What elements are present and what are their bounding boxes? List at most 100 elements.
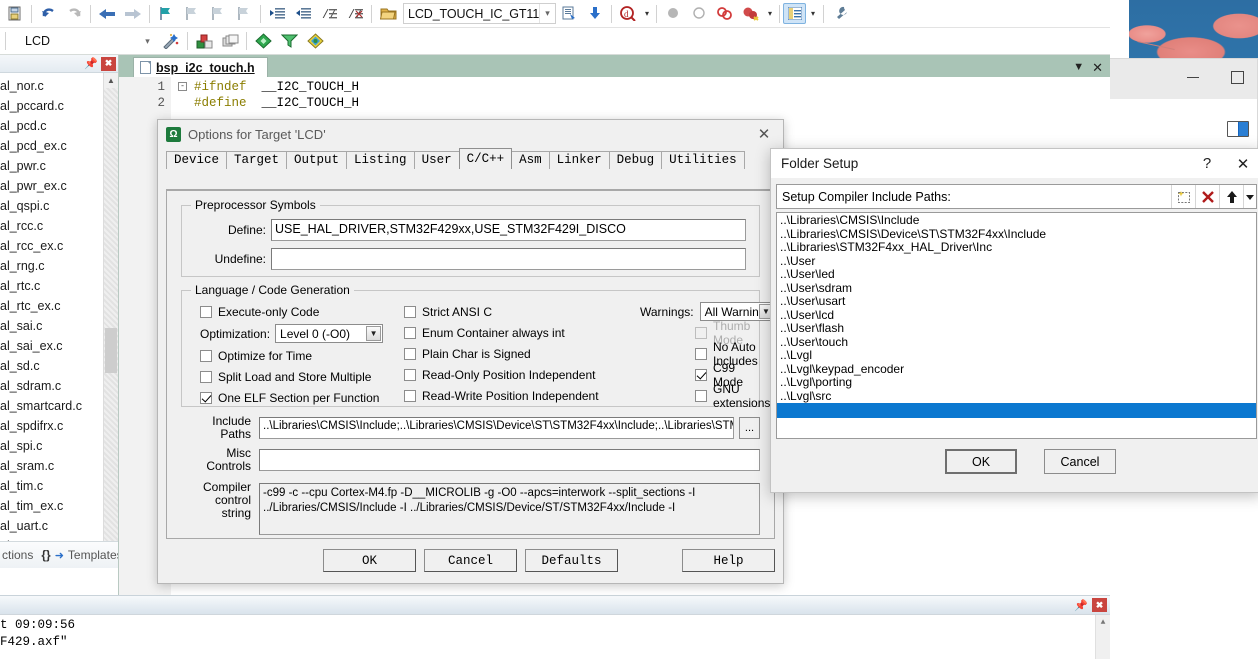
list-item[interactable]: al_spi.c (0, 436, 118, 456)
minimize-icon[interactable] (1187, 77, 1199, 78)
code-line[interactable]: 2 #define __I2C_TOUCH_H (119, 95, 1110, 111)
list-item[interactable]: ..\Libraries\CMSIS\Device\ST\STM32F4xx\I… (777, 227, 1256, 242)
list-item[interactable]: ..\Lvgl\keypad_encoder (777, 362, 1256, 377)
tab-user[interactable]: User (413, 151, 460, 169)
breakpoint-insert-icon[interactable] (660, 2, 686, 26)
build-output-body[interactable]: t 09:09:56 F429.axf" ▲ (0, 615, 1110, 659)
delete-path-icon[interactable] (1195, 185, 1219, 208)
open-project-icon[interactable] (375, 2, 401, 26)
outdent-icon[interactable] (290, 2, 316, 26)
list-item[interactable]: al_uart.c (0, 516, 118, 536)
checkbox-strict-ansi-c[interactable]: Strict ANSI C (404, 301, 634, 322)
target-selector[interactable]: LCD ▾ (15, 30, 158, 52)
misc-controls-input[interactable] (259, 449, 760, 471)
ok-button[interactable]: OK (945, 449, 1017, 474)
comment-icon[interactable]: // (316, 2, 342, 26)
help-icon[interactable]: ? (1189, 150, 1225, 178)
checkbox-plain-char-signed[interactable]: Plain Char is Signed (404, 343, 634, 364)
save-all-icon[interactable] (2, 2, 28, 26)
pin-icon[interactable]: 📌 (84, 57, 98, 70)
list-item[interactable]: al_tim.c (0, 476, 118, 496)
list-item[interactable]: al_sai_ex.c (0, 336, 118, 356)
download-icon[interactable] (582, 2, 608, 26)
tab-utilities[interactable]: Utilities (661, 151, 745, 169)
checkbox-execute-only-code[interactable]: Execute-only Code (200, 301, 405, 322)
bookmark-clear-icon[interactable] (231, 2, 257, 26)
code-line[interactable]: 1 - #ifndef __I2C_TOUCH_H (119, 79, 1110, 95)
navigate-back-icon[interactable] (94, 2, 120, 26)
uncomment-icon[interactable]: // (342, 2, 368, 26)
checkbox-optimize-for-time[interactable]: Optimize for Time (200, 345, 405, 366)
close-icon[interactable]: ✕ (1225, 150, 1258, 178)
project-selector[interactable]: LCD_TOUCH_IC_GT1151Q ▾ (403, 3, 556, 24)
list-item[interactable]: ..\Lvgl\src (777, 389, 1256, 404)
list-item[interactable]: al_sram.c (0, 456, 118, 476)
checkbox-box[interactable] (200, 391, 212, 404)
close-icon[interactable]: ✕ (1092, 61, 1103, 74)
cancel-button[interactable]: Cancel (1044, 449, 1116, 474)
translate-icon[interactable] (250, 29, 276, 53)
maximize-icon[interactable] (1231, 71, 1244, 84)
list-item[interactable]: al_pccard.c (0, 96, 118, 116)
help-button[interactable]: Help (682, 549, 775, 572)
checkbox-enum-container-int[interactable]: Enum Container always int (404, 322, 634, 343)
warnings-dropdown[interactable]: All Warnings ▼ (699, 302, 776, 321)
editor-tab-bsp-i2c-touch[interactable]: bsp_i2c_touch.h (133, 57, 268, 77)
list-item[interactable]: al_rtc.c (0, 276, 118, 296)
tab-output[interactable]: Output (286, 151, 348, 169)
defaults-button[interactable]: Defaults (525, 549, 618, 572)
project-list-scrollbar[interactable]: ▲ (103, 73, 118, 568)
redo-icon[interactable] (61, 2, 87, 26)
close-icon[interactable]: ✖ (1092, 598, 1107, 612)
tab-c-c[interactable]: C/C++ (458, 148, 513, 169)
checkbox-box[interactable] (200, 349, 212, 362)
project-file-list[interactable]: al_nor.c al_pccard.c al_pcd.c al_pcd_ex.c al… (0, 73, 118, 568)
checkbox-split-load-store[interactable]: Split Load and Store Multiple (200, 366, 405, 387)
include-paths-input[interactable]: ..\Libraries\CMSIS\Include;..\Libraries\… (259, 417, 734, 439)
move-down-icon[interactable] (1243, 185, 1256, 208)
checkbox-box[interactable] (404, 347, 416, 360)
scroll-up-icon[interactable]: ▲ (104, 73, 118, 88)
optimization-dropdown[interactable]: Level 0 (-O0) ▼ (275, 324, 384, 343)
debug-start-icon[interactable]: d (615, 2, 641, 26)
scrollbar-track[interactable] (104, 88, 118, 553)
include-paths-browse-button[interactable]: ... (739, 417, 760, 439)
close-icon[interactable]: ✖ (101, 56, 116, 71)
list-item[interactable]: ..\User\sdram (777, 281, 1256, 296)
checkbox-box[interactable] (404, 326, 416, 339)
bookmark-next-icon[interactable] (205, 2, 231, 26)
checkbox-one-elf-section[interactable]: One ELF Section per Function (200, 387, 405, 408)
checkbox-gnu-extensions[interactable]: GNU extensions (640, 382, 770, 410)
tab-device[interactable]: Device (166, 151, 228, 169)
list-item[interactable]: al_rng.c (0, 256, 118, 276)
checkbox-box[interactable] (695, 347, 707, 360)
chevron-down-icon[interactable]: ▾ (764, 2, 776, 26)
list-item[interactable]: al_pwr.c (0, 156, 118, 176)
panel-tab-functions[interactable]: ctions (0, 548, 33, 562)
navigate-forward-icon[interactable] (120, 2, 146, 26)
list-item[interactable]: al_rcc_ex.c (0, 236, 118, 256)
list-item[interactable]: ..\User\lcd (777, 308, 1256, 323)
checkbox-read-write-position-independent[interactable]: Read-Write Position Independent (404, 385, 634, 406)
list-item[interactable]: ..\User\flash (777, 321, 1256, 336)
checkbox-box[interactable] (695, 368, 707, 381)
list-item[interactable]: al_qspi.c (0, 196, 118, 216)
list-item[interactable]: al_sdram.c (0, 376, 118, 396)
cancel-button[interactable]: Cancel (424, 549, 517, 572)
background-window[interactable] (1108, 58, 1258, 162)
ok-button[interactable]: OK (323, 549, 416, 572)
checkbox-box[interactable] (200, 370, 212, 383)
scroll-up-icon[interactable]: ▲ (1096, 615, 1110, 630)
list-item[interactable]: al_smartcard.c (0, 396, 118, 416)
list-item[interactable]: ..\User (777, 254, 1256, 269)
build-target-icon[interactable] (556, 2, 582, 26)
breakpoint-disable-icon[interactable] (686, 2, 712, 26)
list-item[interactable]: ..\Libraries\CMSIS\Include (777, 213, 1256, 228)
list-item-selected[interactable] (777, 403, 1256, 418)
list-item[interactable]: ..\Lvgl\porting (777, 375, 1256, 390)
list-item[interactable]: al_sai.c (0, 316, 118, 336)
checkbox-box[interactable] (695, 389, 707, 402)
close-icon[interactable]: ✕ (745, 121, 783, 148)
list-item[interactable]: al_pcd.c (0, 116, 118, 136)
batch-build-icon[interactable] (276, 29, 302, 53)
